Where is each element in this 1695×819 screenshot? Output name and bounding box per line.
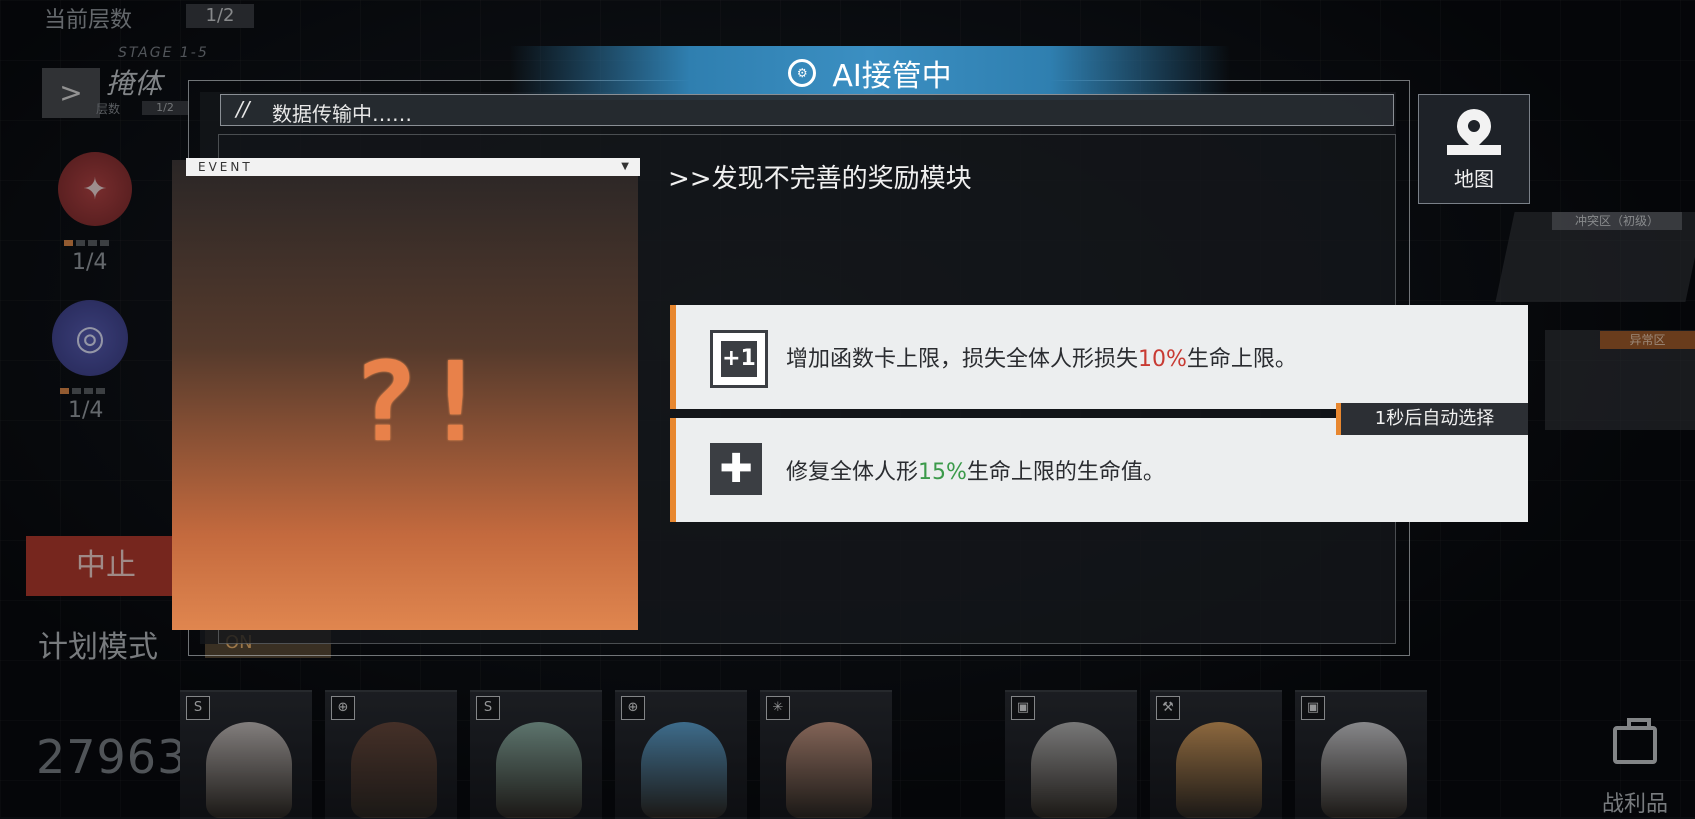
event-header: EVENT ▼ xyxy=(186,158,640,176)
option-increase-card-limit[interactable]: +1 增加函数卡上限，损失全体人形损失10%生命上限。 xyxy=(670,305,1528,409)
transfer-status-text: 数据传输中…… xyxy=(272,102,412,126)
ai-title: AI接管中 xyxy=(832,59,952,94)
ai-icon: ⚙ xyxy=(788,59,817,87)
map-pin-icon xyxy=(1449,101,1499,151)
auto-select-timer: 1秒后自动选择 xyxy=(1336,403,1528,435)
ai-takeover-banner: ⚙ AI接管中 xyxy=(510,46,1230,100)
option-2-text: 修复全体人形15%生命上限的生命值。 xyxy=(786,460,1165,485)
map-base-icon xyxy=(1447,145,1501,155)
map-button-label: 地图 xyxy=(1454,167,1494,191)
event-symbol: ?! xyxy=(352,338,493,466)
plus-one-icon: +1 xyxy=(710,330,768,388)
transfer-slash: // xyxy=(236,97,250,121)
triangle-down-icon: ▼ xyxy=(621,161,632,172)
event-title: >>发现不完善的奖励模块 xyxy=(668,164,972,194)
map-button[interactable]: 地图 xyxy=(1418,94,1530,204)
option-1-text: 增加函数卡上限，损失全体人形损失10%生命上限。 xyxy=(786,347,1297,372)
event-header-label: EVENT xyxy=(198,160,253,174)
repair-cross-icon: ✚ xyxy=(710,443,762,495)
